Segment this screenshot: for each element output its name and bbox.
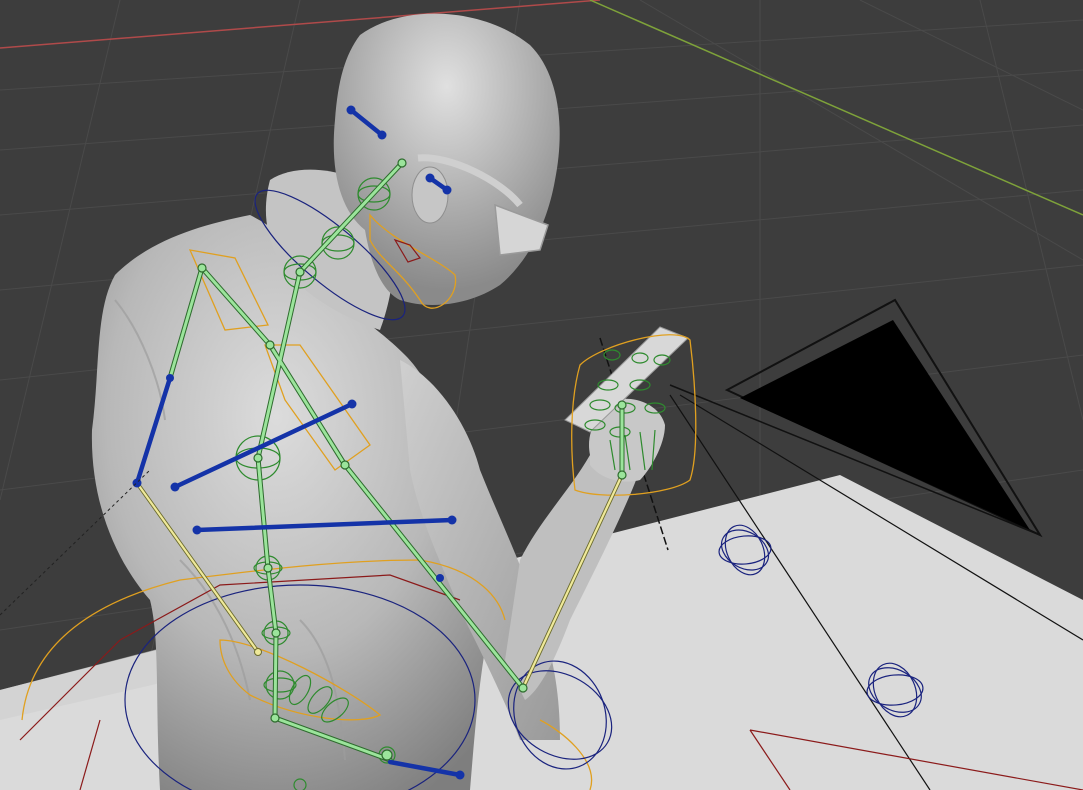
- y-axis-line: [589, 0, 1083, 216]
- viewport-canvas[interactable]: [0, 0, 1083, 790]
- 3d-viewport[interactable]: [0, 0, 1083, 790]
